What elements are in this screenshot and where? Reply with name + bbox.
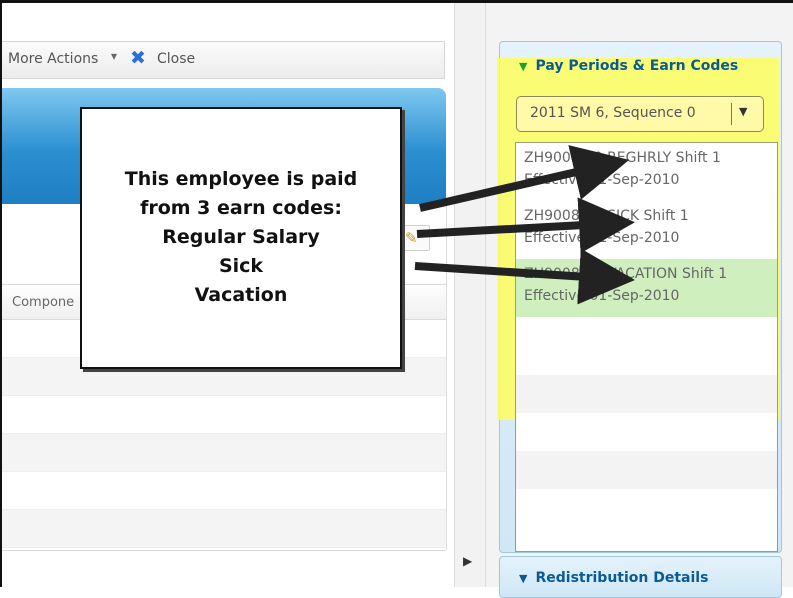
table-row[interactable]: [2, 396, 446, 434]
collapse-triangle-icon: ▼: [519, 572, 528, 585]
callout-line: Regular Salary: [162, 226, 320, 248]
toolbar: More Actions ▾ ✖ Close: [2, 41, 445, 79]
callout-line: This employee is paid: [124, 168, 358, 190]
earn-code-label: ZH9008-00,SICK Shift 1: [524, 208, 689, 224]
chevron-down-icon[interactable]: ▾: [111, 49, 117, 63]
callout-line: from 3 earn codes:: [140, 197, 342, 219]
pay-period-selected-value: 2011 SM 6, Sequence 0: [530, 105, 696, 121]
table-row[interactable]: [2, 472, 446, 510]
list-item[interactable]: [516, 451, 777, 489]
earn-code-effective: Effective 01-Sep-2010: [524, 172, 680, 188]
earn-code-item-vacation[interactable]: ZH9008-00,VACATION Shift 1 Effective 01-…: [516, 259, 777, 317]
table-row[interactable]: [2, 434, 446, 472]
close-icon[interactable]: ✖: [130, 47, 146, 69]
pay-period-select[interactable]: 2011 SM 6, Sequence 0 ▼: [516, 96, 764, 132]
earn-codes-list: ZH9008-00,REGHRLY Shift 1 Effective 01-S…: [515, 142, 778, 552]
earn-code-label: ZH9008-00,REGHRLY Shift 1: [524, 150, 721, 166]
pay-periods-title: Pay Periods & Earn Codes: [535, 58, 739, 74]
collapse-triangle-icon: ▼: [519, 60, 528, 73]
callout-line: Vacation: [194, 284, 288, 306]
annotation-callout: This employee is paid from 3 earn codes:…: [80, 107, 402, 369]
chevron-down-icon[interactable]: ▼: [739, 105, 747, 118]
more-actions-button[interactable]: More Actions: [8, 51, 98, 67]
pane-splitter[interactable]: ▶: [454, 3, 486, 587]
close-button[interactable]: Close: [157, 51, 195, 67]
list-item[interactable]: [516, 375, 777, 413]
list-item[interactable]: [516, 413, 777, 451]
column-header-component[interactable]: Compone: [12, 295, 74, 310]
list-item[interactable]: [516, 317, 777, 355]
earn-code-item-sick[interactable]: ZH9008-00,SICK Shift 1 Effective 01-Sep-…: [516, 201, 777, 259]
earn-code-item-reghrly[interactable]: ZH9008-00,REGHRLY Shift 1 Effective 01-S…: [516, 143, 777, 201]
callout-line: Sick: [218, 255, 264, 277]
earn-code-effective: Effective 01-Sep-2010: [524, 288, 680, 304]
pay-periods-panel-header[interactable]: ▼ Pay Periods & Earn Codes: [519, 58, 738, 74]
earn-code-effective: Effective 01-Sep-2010: [524, 230, 680, 246]
redistribution-panel-header[interactable]: ▼ Redistribution Details: [519, 570, 708, 586]
redistribution-title: Redistribution Details: [535, 570, 709, 586]
expand-arrow-icon[interactable]: ▶: [463, 554, 472, 568]
pencil-icon: ✎: [405, 229, 418, 247]
select-divider: [731, 103, 732, 125]
table-row[interactable]: [2, 510, 446, 548]
earn-code-label: ZH9008-00,VACATION Shift 1: [524, 266, 728, 282]
callout-text: This employee is paid from 3 earn codes:…: [82, 165, 400, 310]
